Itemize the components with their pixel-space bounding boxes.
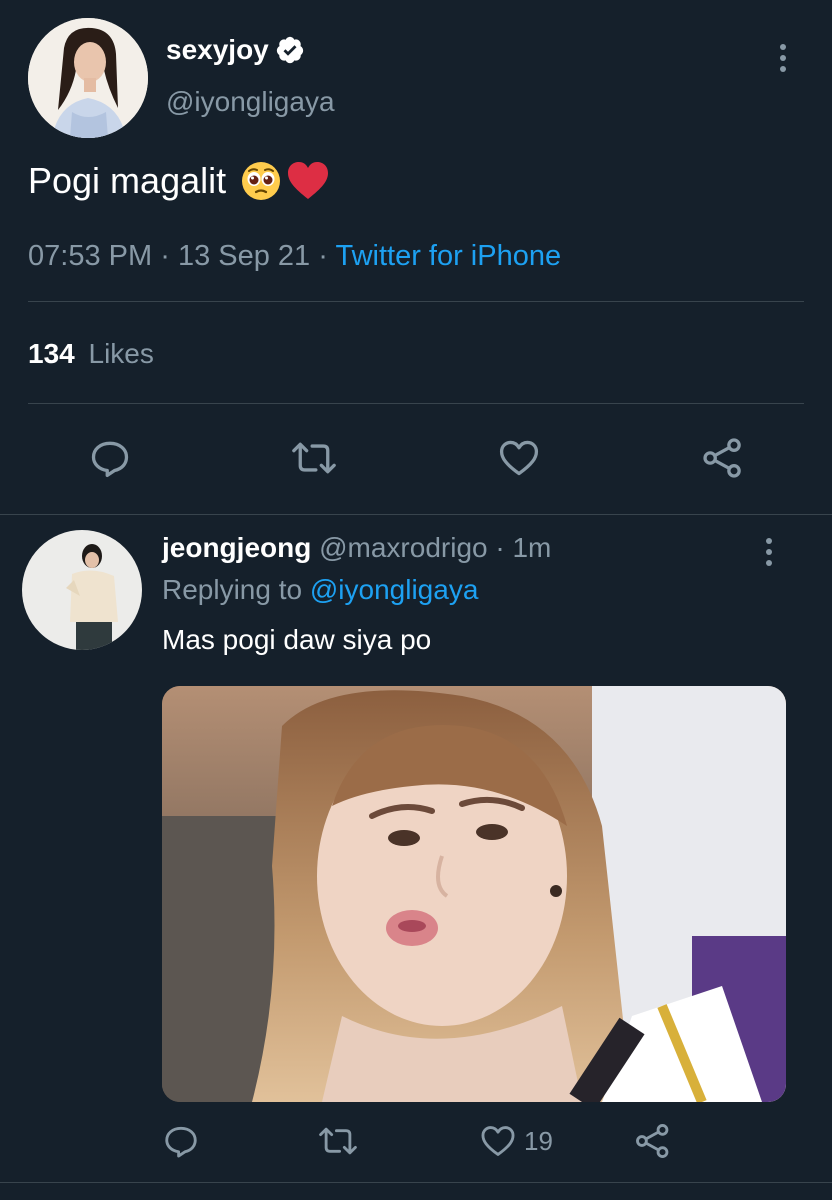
bottom-divider <box>0 1182 832 1183</box>
replying-to-label: Replying to <box>162 574 303 605</box>
reply-reply-button[interactable] <box>162 1122 200 1160</box>
share-button[interactable] <box>701 436 745 480</box>
replying-to-handle[interactable]: @iyongligaya <box>310 574 479 605</box>
divider <box>28 301 804 302</box>
tweet-date: 13 Sep 21 <box>177 240 311 272</box>
more-vertical-icon[interactable] <box>765 538 773 566</box>
reply-text: Mas pogi daw siya po <box>162 624 432 655</box>
meta-separator: · <box>318 240 328 272</box>
share-icon <box>703 438 741 478</box>
author-handle[interactable]: @iyongligaya <box>166 86 335 118</box>
meta-separator: · <box>495 532 505 563</box>
reply-retweet-button[interactable] <box>316 1122 360 1160</box>
likes-count: 134 <box>28 338 75 369</box>
author-avatar[interactable] <box>28 18 148 138</box>
likes-stat[interactable]: 134 Likes <box>28 338 154 370</box>
likes-label: Likes <box>88 338 154 369</box>
meta-separator: · <box>160 240 170 272</box>
tweet-separator <box>0 514 832 515</box>
reply-author-name[interactable]: jeongjeong <box>162 532 311 563</box>
reply-author-handle[interactable]: @maxrodrigo <box>319 532 487 563</box>
tweet-time: 07:53 PM <box>28 240 153 272</box>
reply-icon <box>91 441 129 478</box>
heart-icon <box>481 1126 515 1156</box>
reply-time: 1m <box>512 532 552 563</box>
reply-button[interactable] <box>88 436 132 480</box>
like-button[interactable] <box>496 436 542 480</box>
reply-media-image[interactable] <box>162 686 786 1102</box>
author-avatar-image <box>28 18 148 138</box>
verified-badge-icon <box>275 35 305 65</box>
retweet-button[interactable] <box>289 436 339 480</box>
retweet-icon <box>319 1127 357 1155</box>
reply-icon <box>165 1126 197 1158</box>
media-photo <box>162 686 786 1102</box>
reply-like-button[interactable]: 19 <box>478 1122 553 1160</box>
pleading-face-emoji <box>240 160 282 202</box>
reply-author-avatar[interactable] <box>22 530 142 650</box>
reply-avatar-image <box>22 530 142 650</box>
author-name[interactable]: sexyjoy <box>166 34 269 66</box>
tweet-text: Pogi magalit <box>28 160 227 201</box>
divider <box>28 403 804 404</box>
share-icon <box>636 1124 669 1158</box>
reply-share-button[interactable] <box>634 1122 672 1160</box>
tweet-source-link[interactable]: Twitter for iPhone <box>335 240 561 272</box>
more-vertical-icon[interactable] <box>779 44 787 72</box>
reply-like-count: 19 <box>524 1125 553 1156</box>
retweet-icon <box>292 442 336 474</box>
red-heart-emoji <box>286 160 330 202</box>
heart-icon <box>499 440 539 476</box>
